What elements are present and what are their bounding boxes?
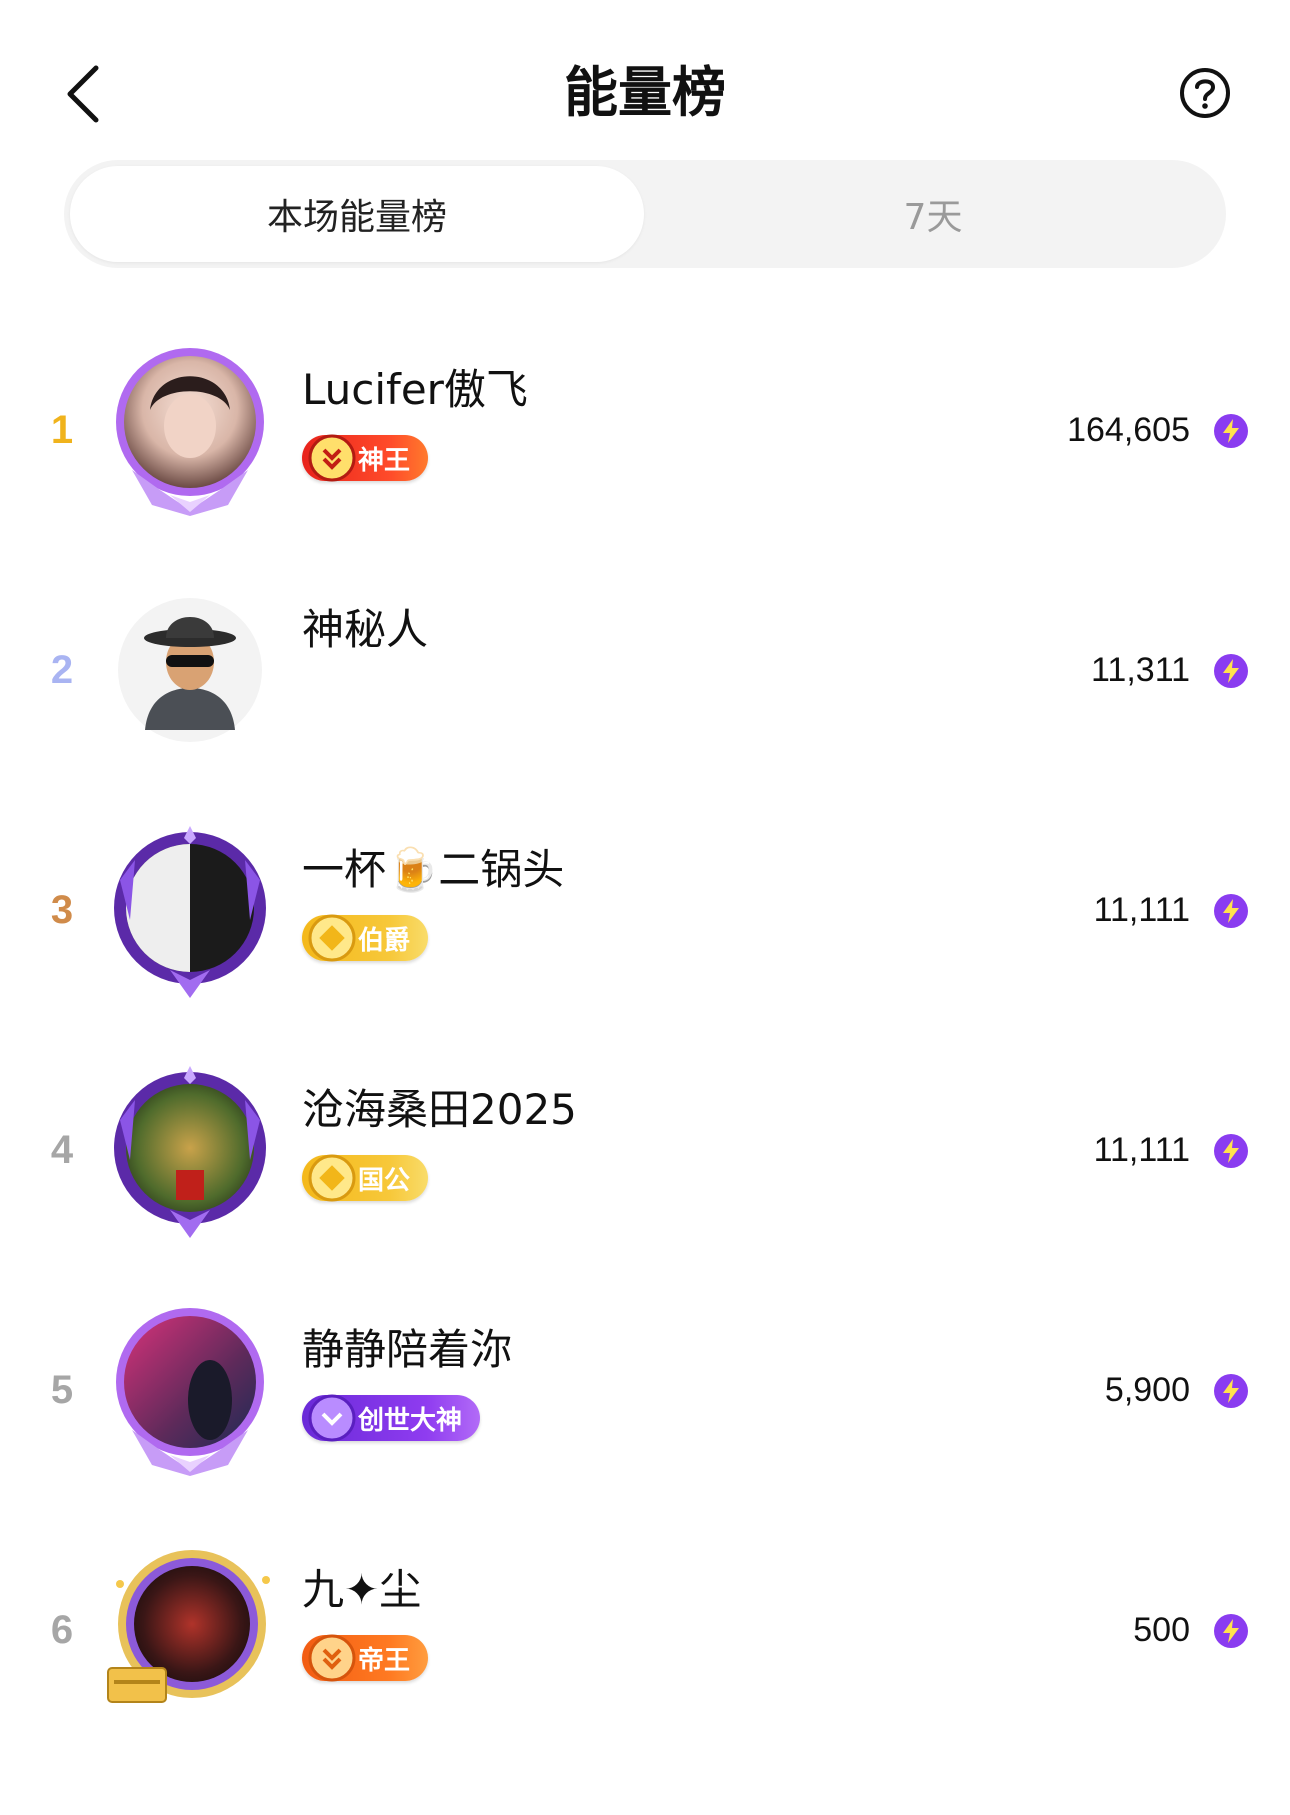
energy-score: 500 bbox=[1133, 1610, 1190, 1649]
energy-score: 11,311 bbox=[1091, 650, 1190, 689]
avatar[interactable] bbox=[100, 1300, 280, 1480]
lightning-energy-icon bbox=[1214, 1134, 1248, 1168]
ranking-row[interactable]: 2 神秘人 11,311 bbox=[0, 570, 1290, 770]
lightning-energy-icon bbox=[1214, 894, 1248, 928]
page-title: 能量榜 bbox=[564, 61, 726, 124]
avatar[interactable] bbox=[100, 580, 280, 760]
badge-emblem-icon bbox=[308, 914, 356, 962]
user-name: 九✦尘 bbox=[302, 1565, 422, 1614]
badge-label: 帝王 bbox=[358, 1645, 411, 1676]
help-button[interactable] bbox=[1178, 66, 1232, 120]
rank-number: 3 bbox=[50, 887, 74, 932]
energy-score: 164,605 bbox=[1067, 410, 1190, 449]
energy-score: 11,111 bbox=[1093, 890, 1190, 929]
user-name: 一杯🍺二锅头 bbox=[302, 845, 565, 894]
badge-label: 神王 bbox=[358, 445, 411, 476]
rank-badge: 创世大神 bbox=[302, 1394, 481, 1442]
user-name: 静静陪着沵 bbox=[302, 1325, 513, 1374]
rank-number: 2 bbox=[50, 647, 74, 692]
period-tabs: 本场能量榜 7天 bbox=[64, 160, 1226, 268]
rank-number: 6 bbox=[50, 1607, 74, 1652]
energy-score: 11,111 bbox=[1093, 1130, 1190, 1169]
ranking-row[interactable]: 5 静静陪着沵 创世大神 5,900 bbox=[0, 1290, 1290, 1490]
avatar[interactable] bbox=[100, 340, 280, 520]
ranking-row[interactable]: 3 一杯🍺二锅头 伯爵 11,111 bbox=[0, 810, 1290, 1010]
badge-emblem-icon bbox=[308, 1394, 356, 1442]
ranking-row[interactable]: 1 Lucifer傲飞 神王 164,605 bbox=[0, 330, 1290, 530]
rank-number: 5 bbox=[50, 1367, 74, 1412]
avatar[interactable] bbox=[100, 1540, 280, 1720]
rank-badge: 伯爵 bbox=[302, 914, 429, 962]
rank-badge: 国公 bbox=[302, 1154, 429, 1202]
badge-label: 创世大神 bbox=[358, 1405, 463, 1436]
user-name: 沧海桑田2025 bbox=[302, 1085, 577, 1134]
rank-number: 1 bbox=[50, 407, 74, 452]
rank-badge: 神王 bbox=[302, 434, 429, 482]
rank-number: 4 bbox=[50, 1127, 74, 1172]
avatar[interactable] bbox=[100, 820, 280, 1000]
question-circle-icon bbox=[1180, 68, 1230, 118]
ranking-row[interactable]: 6 九✦尘 帝王 500 bbox=[0, 1530, 1290, 1730]
ranking-row[interactable]: 4 沧海桑田2025 国公 11,111 bbox=[0, 1050, 1290, 1250]
rank-badge: 帝王 bbox=[302, 1634, 429, 1682]
lightning-energy-icon bbox=[1214, 1374, 1248, 1408]
energy-score: 5,900 bbox=[1104, 1370, 1190, 1409]
user-name: Lucifer傲飞 bbox=[302, 365, 528, 414]
tab-current-session[interactable]: 本场能量榜 bbox=[70, 166, 644, 262]
lightning-energy-icon bbox=[1214, 1614, 1248, 1648]
badge-emblem-icon bbox=[308, 434, 356, 482]
badge-label: 伯爵 bbox=[358, 925, 411, 956]
lightning-energy-icon bbox=[1214, 654, 1248, 688]
lightning-energy-icon bbox=[1214, 414, 1248, 448]
user-name: 神秘人 bbox=[302, 605, 429, 654]
tab-7-days[interactable]: 7天 bbox=[646, 166, 1220, 262]
badge-label: 国公 bbox=[358, 1165, 411, 1196]
badge-emblem-icon bbox=[308, 1634, 356, 1682]
badge-emblem-icon bbox=[308, 1154, 356, 1202]
avatar[interactable] bbox=[100, 1060, 280, 1240]
